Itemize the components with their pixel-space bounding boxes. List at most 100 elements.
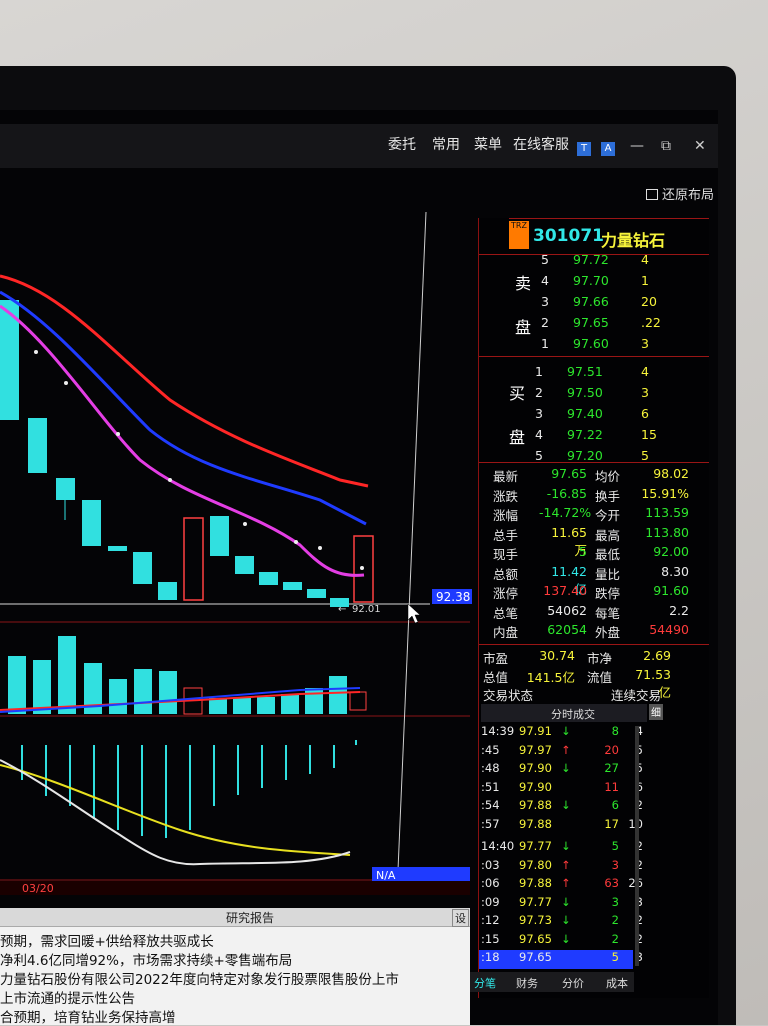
news-item[interactable]: 力量钻石股份有限公司2022年度向特定对象发行股票限售股份上市 bbox=[0, 968, 399, 988]
buy-row[interactable]: 3 97.40 6 bbox=[479, 406, 709, 425]
tick-volume: 27 bbox=[604, 761, 619, 775]
tab-fenbi[interactable]: 分笔 bbox=[474, 975, 496, 991]
stat-row: 涨停 137.40 跌停 91.60 bbox=[479, 583, 709, 602]
tab-cost[interactable]: 成本 bbox=[606, 975, 628, 991]
tick-price: 97.88 bbox=[519, 816, 552, 831]
menu-customer-service[interactable]: 在线客服 bbox=[513, 134, 569, 154]
tick-row[interactable]: :06 97.88 ↑ 63 26 bbox=[479, 876, 709, 895]
tab-price-distribution[interactable]: 分价 bbox=[562, 975, 584, 991]
candle-down bbox=[28, 418, 47, 473]
font-a-button[interactable]: A bbox=[601, 142, 615, 156]
news-settings-button[interactable]: 设 bbox=[452, 909, 469, 927]
scrollbar[interactable] bbox=[635, 726, 639, 966]
buy-row[interactable]: 2 97.50 3 bbox=[479, 385, 709, 404]
stat-value: 97.65 bbox=[551, 466, 587, 481]
tick-row[interactable]: 14:39 97.91 ↓ 8 4 bbox=[479, 724, 709, 743]
sell-row[interactable]: 5 97.72 4 bbox=[479, 252, 709, 271]
sell-level: 2 bbox=[541, 315, 549, 330]
candle-down bbox=[210, 516, 229, 556]
news-item[interactable]: 合预期，培育钻业务保持高增 bbox=[0, 1006, 176, 1026]
stat-value: 113.80 bbox=[645, 524, 689, 540]
minimize-icon[interactable]: — bbox=[630, 138, 644, 154]
date-label: 03/20 bbox=[22, 882, 54, 895]
stat-row: 总额 11.42亿 量比 8.30 bbox=[479, 564, 709, 597]
tick-row[interactable]: :54 97.88 ↓ 6 2 bbox=[479, 798, 709, 817]
tick-count: 2 bbox=[635, 839, 643, 853]
menu-entrust[interactable]: 委托 bbox=[388, 134, 416, 154]
sell-row[interactable]: 3 97.66 20 bbox=[479, 294, 709, 313]
tick-direction-icon: ↓ bbox=[561, 913, 571, 927]
sell-volume: 20 bbox=[641, 294, 657, 309]
tick-row[interactable]: :15 97.65 ↓ 2 2 bbox=[479, 932, 709, 951]
news-item[interactable]: 上市流通的提示性公告 bbox=[0, 987, 135, 1007]
close-icon[interactable]: ✕ bbox=[694, 138, 706, 154]
sell-volume: 3 bbox=[641, 336, 649, 351]
stat-label: 总额 bbox=[493, 566, 519, 582]
restore-layout-button[interactable]: 还原布局 bbox=[646, 184, 714, 203]
tick-price: 97.65 bbox=[519, 950, 552, 964]
news-item[interactable]: 预期，需求回暖+供给释放共驱成长 bbox=[0, 930, 214, 950]
buy-volume: 3 bbox=[641, 385, 649, 400]
tick-row[interactable]: :09 97.77 ↓ 3 3 bbox=[479, 895, 709, 914]
tick-time: :45 bbox=[481, 742, 500, 757]
sell-row[interactable]: 1 97.60 3 bbox=[479, 336, 709, 355]
detail-button[interactable]: 细 bbox=[649, 704, 663, 720]
candle-down bbox=[235, 556, 254, 574]
tick-row[interactable]: :18 97.65 5 3 bbox=[479, 950, 643, 969]
stat-label: 现手 bbox=[493, 547, 519, 562]
tick-time: :03 bbox=[481, 857, 500, 872]
candle-down bbox=[108, 546, 127, 551]
tick-volume: 6 bbox=[611, 798, 619, 812]
buy-row[interactable]: 5 97.20 5 bbox=[479, 448, 709, 467]
tick-row[interactable]: :57 97.88 17 10 bbox=[479, 817, 709, 836]
candle-up bbox=[183, 517, 204, 601]
valuation-row: 总值 141.5亿 流值 71.53亿 bbox=[479, 667, 709, 700]
sell-level: 3 bbox=[541, 294, 549, 309]
news-item[interactable]: 净利4.6亿同增92%，市场需求持续+零售端布局 bbox=[0, 949, 292, 969]
buy-volume: 6 bbox=[641, 406, 649, 421]
tick-row[interactable]: :12 97.73 ↓ 2 2 bbox=[479, 913, 709, 932]
tick-count: 2 bbox=[635, 857, 643, 872]
sell-row[interactable]: 4 97.70 1 bbox=[479, 273, 709, 292]
tick-row[interactable]: :45 97.97 ↑ 20 5 bbox=[479, 743, 709, 762]
font-t-button[interactable]: T bbox=[577, 142, 591, 156]
mouse-cursor-icon bbox=[407, 603, 421, 624]
stat-value: 113.59 bbox=[645, 505, 689, 520]
tick-price: 97.80 bbox=[519, 857, 552, 872]
sell-row[interactable]: 2 97.65 .22 bbox=[479, 315, 709, 334]
sell-volume: 1 bbox=[641, 273, 649, 288]
news-header: 研究报告 设 bbox=[0, 908, 470, 927]
tick-price: 97.88 bbox=[519, 876, 552, 890]
valuation-value: 30.74 bbox=[539, 648, 575, 663]
divider bbox=[479, 462, 709, 463]
tick-price: 97.88 bbox=[519, 798, 552, 812]
tick-row[interactable]: 14:40 97.77 ↓ 5 2 bbox=[479, 839, 709, 858]
tick-direction-icon: ↓ bbox=[561, 761, 571, 775]
maximize-icon[interactable]: ⧉ bbox=[661, 138, 671, 154]
layout-icon bbox=[646, 189, 658, 200]
news-header-title[interactable]: 研究报告 bbox=[226, 909, 274, 926]
buy-level: 4 bbox=[535, 427, 543, 442]
buy-row[interactable]: 1 97.51 4 bbox=[479, 364, 709, 383]
tick-row[interactable]: :48 97.90 ↓ 27 5 bbox=[479, 761, 709, 780]
tick-count: 2 bbox=[635, 913, 643, 927]
tick-row[interactable]: :03 97.80 ↑ 3 2 bbox=[479, 858, 709, 877]
date-axis-bg bbox=[0, 881, 470, 895]
candle-down bbox=[158, 582, 177, 600]
tick-volume: 3 bbox=[611, 894, 619, 909]
buy-level: 3 bbox=[535, 406, 543, 421]
tick-count: 26 bbox=[623, 876, 643, 890]
candle-down bbox=[56, 478, 75, 500]
menu-menu[interactable]: 菜单 bbox=[474, 134, 502, 154]
tick-count: 3 bbox=[635, 950, 643, 964]
tick-row[interactable]: :51 97.90 11 6 bbox=[479, 780, 709, 799]
buy-row[interactable]: 4 97.22 15 bbox=[479, 427, 709, 446]
kline-chart[interactable]: 92.38 ← 92.01 03/20 N/A bbox=[0, 210, 475, 910]
sell-volume: .22 bbox=[641, 315, 661, 330]
buy-price: 97.20 bbox=[567, 448, 603, 463]
tick-volume: 63 bbox=[604, 876, 619, 890]
menu-common[interactable]: 常用 bbox=[432, 134, 460, 154]
macd-dif-line bbox=[0, 759, 351, 866]
stat-value: 15.91% bbox=[641, 485, 689, 501]
tab-finance[interactable]: 财务 bbox=[516, 975, 538, 991]
